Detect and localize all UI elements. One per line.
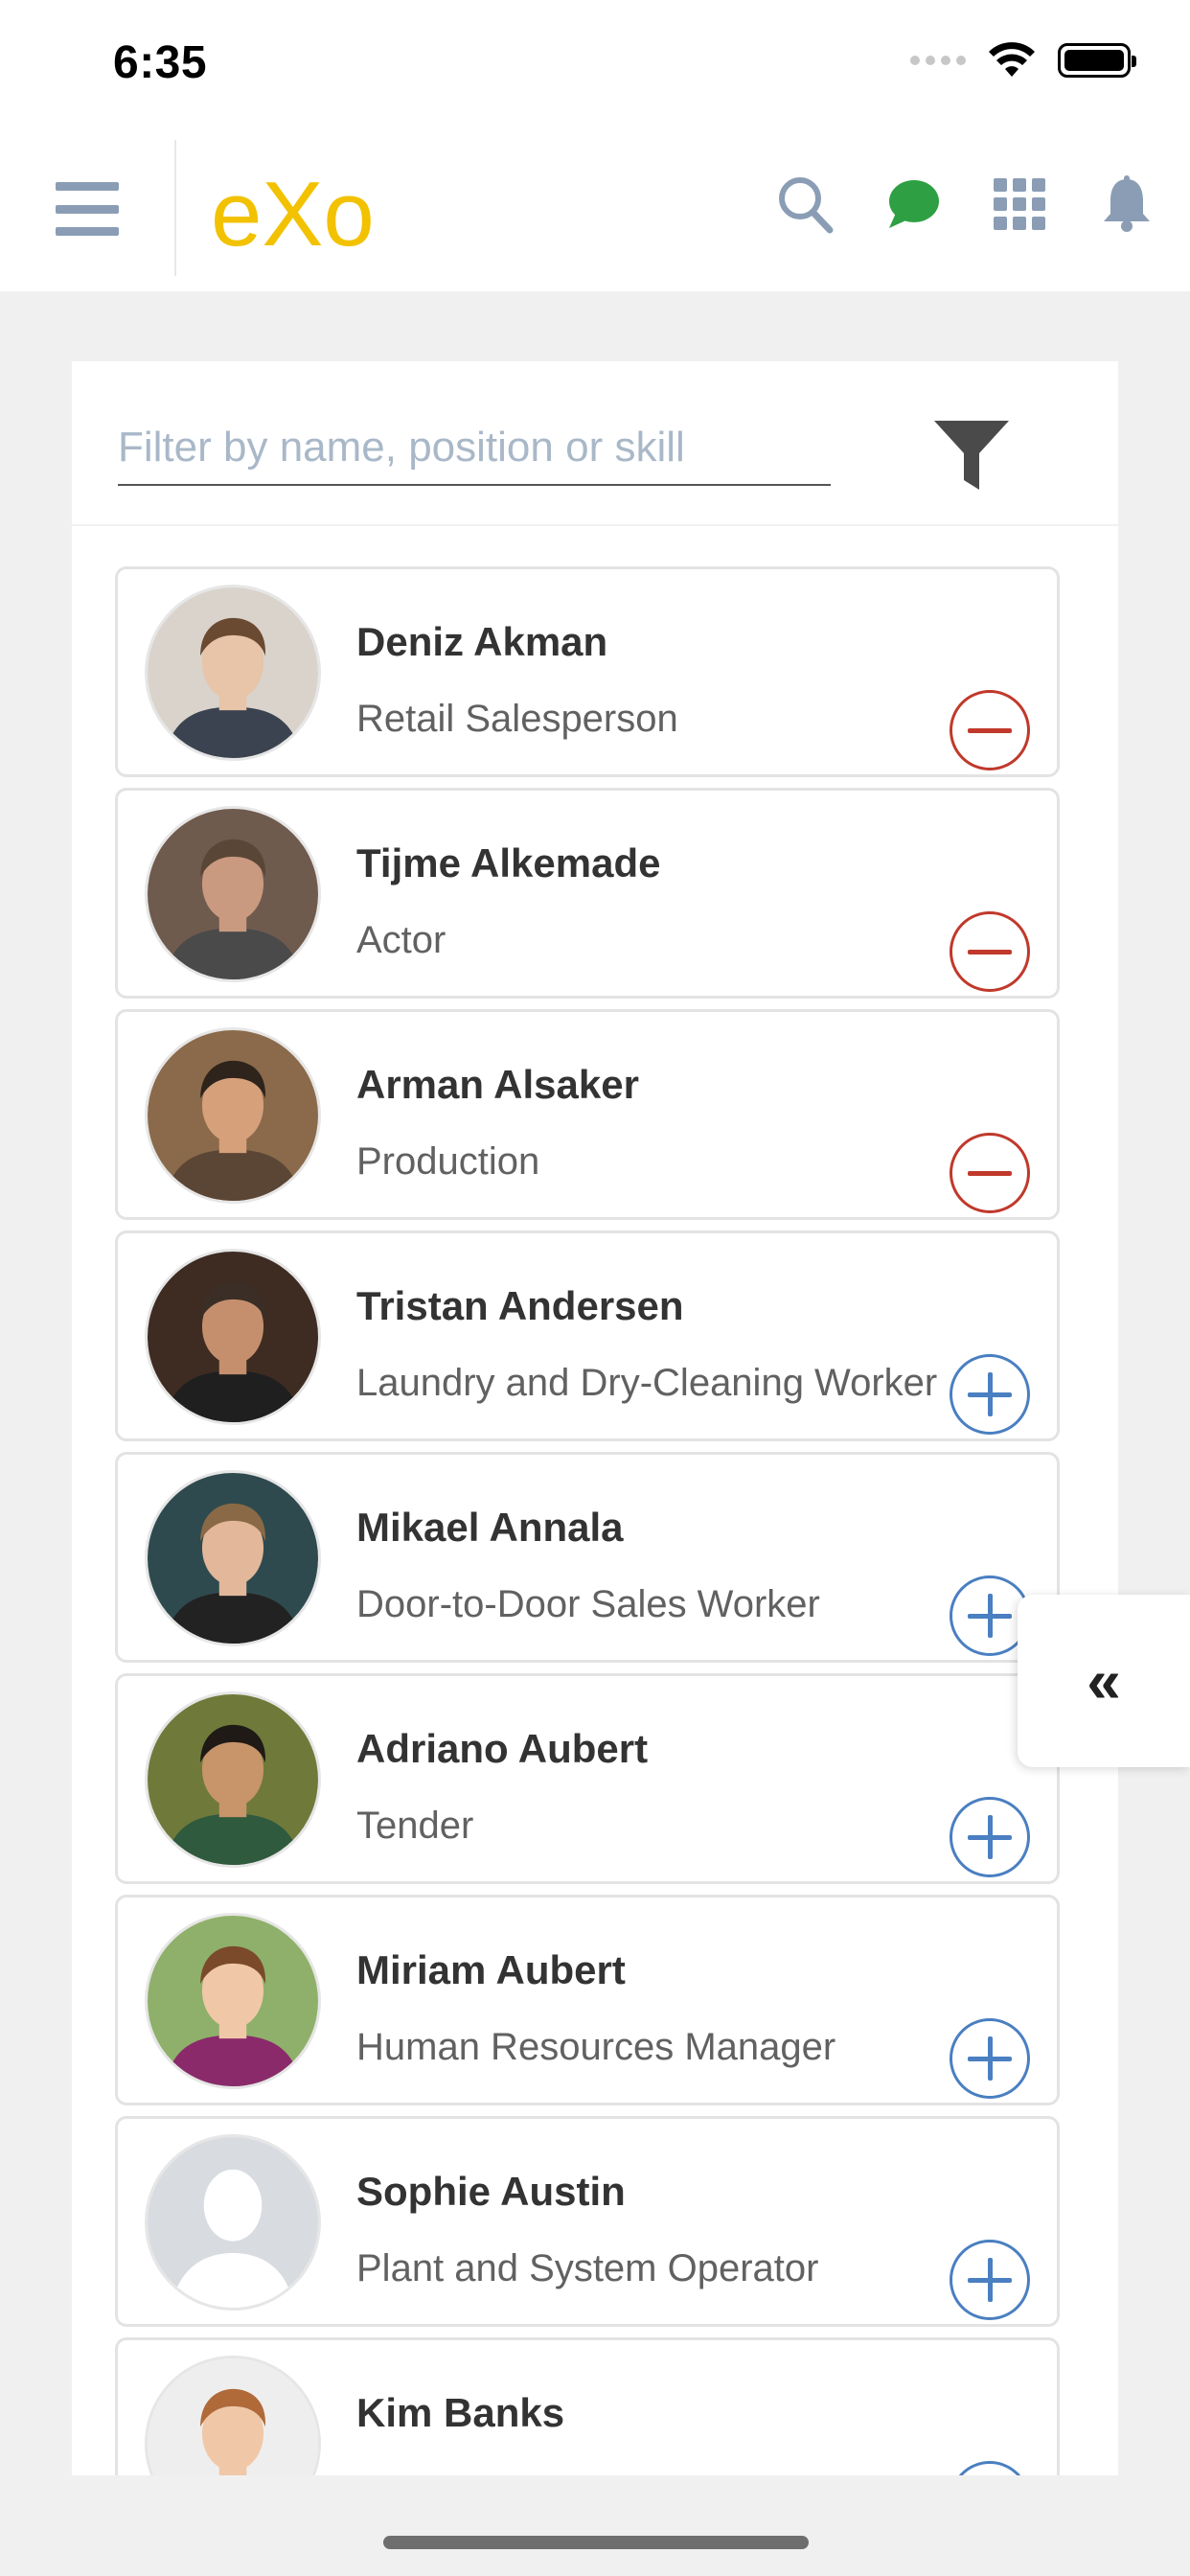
home-indicator <box>383 2536 809 2549</box>
wifi-icon <box>989 42 1035 77</box>
person-position: Actor <box>356 919 446 961</box>
list-item[interactable]: Adriano Aubert Tender <box>115 1673 1060 1884</box>
person-position: Retail Salesperson <box>356 698 678 740</box>
people-panel: Deniz Akman Retail Salesperson Tijme Alke… <box>72 361 1118 2475</box>
status-icons <box>910 42 1136 79</box>
person-name[interactable]: Adriano Aubert <box>356 1726 648 1772</box>
avatar[interactable] <box>145 1913 321 2089</box>
list-item[interactable]: Arman Alsaker Production <box>115 1009 1060 1220</box>
logo-text: eXo <box>211 163 375 257</box>
add-connection-button[interactable] <box>950 2461 1030 2475</box>
person-name[interactable]: Mikael Annala <box>356 1505 624 1551</box>
status-bar: 6:35 <box>0 0 1190 132</box>
person-name[interactable]: Sophie Austin <box>356 2169 626 2215</box>
plus-icon-vertical <box>987 2258 993 2302</box>
avatar[interactable] <box>145 1027 321 1204</box>
apps-grid-icon[interactable] <box>991 171 1048 238</box>
add-connection-button[interactable] <box>950 1797 1030 1877</box>
search-icon[interactable] <box>776 171 834 238</box>
person-position: Laundry and Dry-Cleaning Worker <box>356 1362 938 1404</box>
avatar[interactable] <box>145 2134 321 2311</box>
minus-icon <box>968 1170 1012 1176</box>
cellular-signal-icon <box>910 56 966 65</box>
header-actions <box>776 171 1156 238</box>
exo-logo: eXo <box>211 163 375 257</box>
list-item[interactable]: Sophie Austin Plant and System Operator <box>115 2116 1060 2327</box>
person-position: Production <box>356 1140 540 1183</box>
list-item[interactable]: Tijme Alkemade Actor <box>115 788 1060 999</box>
avatar[interactable] <box>145 1249 321 1425</box>
list-item[interactable]: Kim Banks <box>115 2337 1060 2475</box>
person-name[interactable]: Deniz Akman <box>356 619 607 665</box>
people-list: Deniz Akman Retail Salesperson Tijme Alke… <box>115 566 1060 2475</box>
remove-connection-button[interactable] <box>950 1133 1030 1213</box>
person-position: Plant and System Operator <box>356 2247 819 2289</box>
remove-connection-button[interactable] <box>950 911 1030 992</box>
drawer-toggle-button[interactable]: « <box>1018 1595 1190 1767</box>
double-chevron-left-icon: « <box>1087 1646 1121 1715</box>
list-item[interactable]: Mikael Annala Door-to-Door Sales Worker <box>115 1452 1060 1663</box>
hamburger-menu-icon[interactable] <box>56 182 119 236</box>
avatar[interactable] <box>145 806 321 982</box>
person-name[interactable]: Tijme Alkemade <box>356 840 660 886</box>
list-item[interactable]: Deniz Akman Retail Salesperson <box>115 566 1060 777</box>
remove-connection-button[interactable] <box>950 690 1030 770</box>
add-connection-button[interactable] <box>950 2018 1030 2099</box>
minus-icon <box>968 727 1012 733</box>
person-position: Human Resources Manager <box>356 2026 836 2068</box>
plus-icon-vertical <box>987 1815 993 1859</box>
filter-icon[interactable] <box>932 417 1011 494</box>
app-header: eXo <box>0 132 1190 291</box>
person-name[interactable]: Miriam Aubert <box>356 1947 626 1993</box>
avatar[interactable] <box>145 1470 321 1646</box>
add-connection-button[interactable] <box>950 1354 1030 1435</box>
status-time: 6:35 <box>113 37 208 88</box>
notification-bell-icon[interactable] <box>1098 171 1156 238</box>
person-name[interactable]: Kim Banks <box>356 2390 564 2436</box>
list-item[interactable]: Tristan Andersen Laundry and Dry-Cleaning… <box>115 1230 1060 1441</box>
battery-icon <box>1058 43 1136 78</box>
filter-input[interactable] <box>118 411 831 486</box>
avatar[interactable] <box>145 585 321 761</box>
person-position: Door-to-Door Sales Worker <box>356 1583 820 1625</box>
avatar[interactable] <box>145 2356 321 2475</box>
person-name[interactable]: Tristan Andersen <box>356 1283 684 1329</box>
filter-bar <box>72 361 1118 526</box>
plus-icon-vertical <box>987 2036 993 2081</box>
person-name[interactable]: Arman Alsaker <box>356 1062 639 1108</box>
minus-icon <box>968 949 1012 954</box>
list-item[interactable]: Miriam Aubert Human Resources Manager <box>115 1895 1060 2105</box>
chat-icon[interactable] <box>883 171 941 238</box>
plus-icon-vertical <box>987 1594 993 1638</box>
person-position: Tender <box>356 1805 474 1847</box>
add-connection-button[interactable] <box>950 2240 1030 2320</box>
plus-icon-vertical <box>987 1372 993 1416</box>
avatar[interactable] <box>145 1691 321 1868</box>
header-divider <box>174 140 176 276</box>
